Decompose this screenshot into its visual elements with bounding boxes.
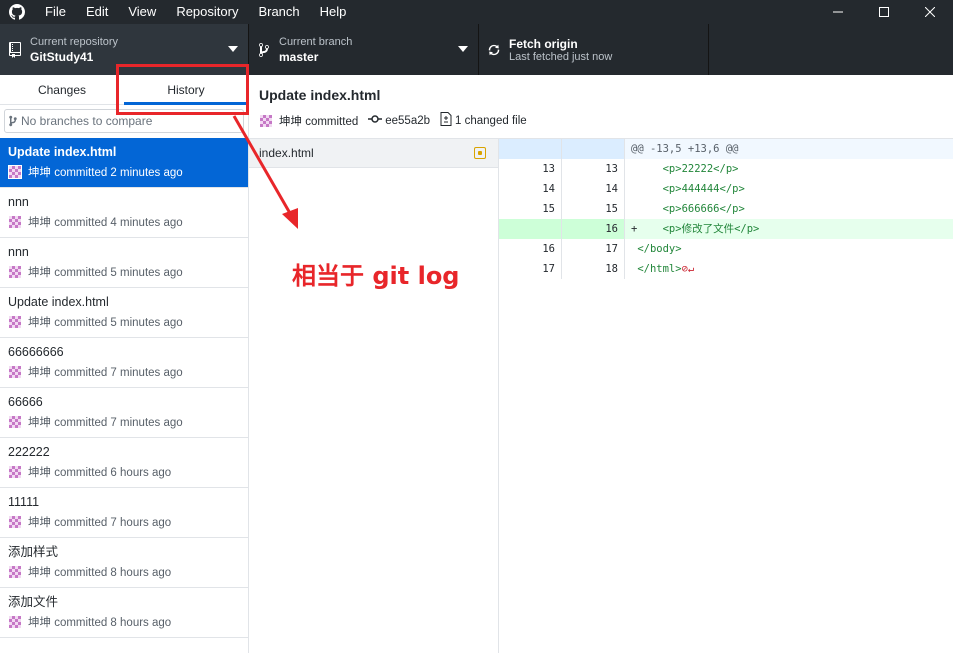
annotation-arrow-icon <box>232 115 298 229</box>
annotation-text: 相当于 git log <box>292 262 460 290</box>
